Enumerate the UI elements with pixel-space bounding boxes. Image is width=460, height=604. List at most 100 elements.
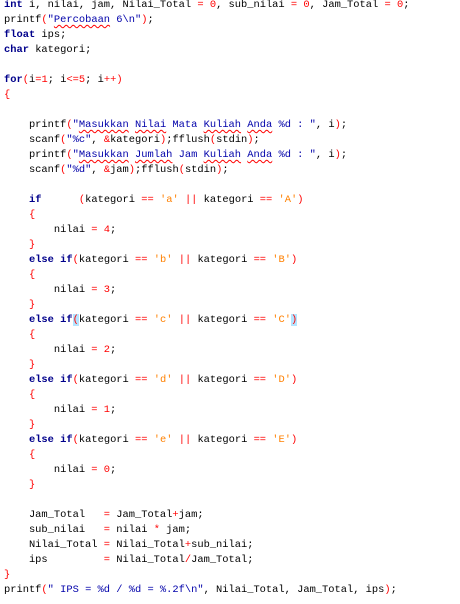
- code-token: nilai: [4, 224, 92, 236]
- code-token: 'E': [272, 434, 292, 446]
- code-token: ||: [178, 374, 192, 386]
- code-token: " IPS = %d / %d = %.2f\n": [47, 584, 204, 596]
- code-token: else: [28, 254, 54, 266]
- code-token: Jam_Total: [110, 509, 173, 521]
- code-line: scanf("%d", &jam);fflush(stdin);: [4, 164, 229, 177]
- code-token: kategori: [78, 314, 136, 326]
- code-token: ;: [390, 584, 397, 596]
- code-line: nilai = 2;: [4, 344, 116, 357]
- code-line: else if(kategori == 'c' || kategori == '…: [4, 314, 298, 327]
- spellcheck-word: Kuliah: [203, 149, 242, 161]
- code-token: {: [4, 89, 11, 101]
- code-token: {: [28, 449, 36, 461]
- code-line: }: [4, 359, 35, 372]
- code-token: ==: [259, 194, 273, 206]
- code-token: Jam_Total;: [191, 554, 254, 566]
- code-token: }: [28, 479, 36, 491]
- code-token: kategori: [191, 374, 254, 386]
- code-token: nilai: [4, 464, 92, 476]
- code-line: {: [4, 329, 35, 342]
- code-token: scanf: [4, 164, 61, 176]
- code-token: }: [28, 239, 36, 251]
- spellcheck-word: Anda: [247, 119, 273, 131]
- code-line: char kategori;: [4, 44, 91, 57]
- code-token: Nilai_Total: [4, 539, 104, 551]
- code-token: ): [116, 74, 123, 86]
- code-token: if: [60, 314, 73, 326]
- code-token: ==: [141, 194, 154, 206]
- code-token: ;: [340, 119, 348, 131]
- code-line: }: [4, 569, 10, 582]
- code-line: float ips;: [4, 29, 66, 42]
- code-token: ; i: [85, 74, 104, 86]
- code-line: else if(kategori == 'd' || kategori == '…: [4, 374, 297, 387]
- code-token: 6\n": [110, 14, 142, 26]
- code-token: sub_nilai: [4, 524, 104, 536]
- code-token: ;: [222, 164, 229, 176]
- code-token: stdin: [216, 134, 248, 146]
- code-line: }: [4, 239, 35, 252]
- code-token: ==: [253, 434, 267, 446]
- code-token: ;: [110, 224, 117, 236]
- code-token: jam: [110, 164, 129, 176]
- code-token: 'c': [153, 314, 173, 326]
- code-token: ; i: [47, 74, 67, 86]
- code-token: 'd': [153, 374, 173, 386]
- code-token: nilai: [4, 404, 92, 416]
- code-token: ips: [4, 554, 104, 566]
- code-token: %d : ": [272, 119, 316, 131]
- code-token: if: [28, 194, 42, 206]
- code-token: ;: [340, 149, 348, 161]
- code-token: "%c": [66, 134, 92, 146]
- code-token: else: [28, 434, 54, 446]
- code-editor[interactable]: int i, nilai, jam, Nilai_Total = 0, sub_…: [0, 0, 460, 604]
- spellcheck-word: Kuliah: [203, 119, 242, 131]
- code-token: ||: [184, 194, 198, 206]
- code-line: }: [4, 479, 35, 492]
- code-line: scanf("%c", &kategori);fflush(stdin);: [4, 134, 260, 147]
- spellcheck-word: Jumlah: [135, 149, 173, 161]
- code-token: {: [28, 269, 36, 281]
- code-token: }: [28, 299, 36, 311]
- code-token: kategori: [78, 434, 136, 446]
- code-token: printf: [4, 584, 42, 596]
- code-token: ;: [147, 14, 154, 26]
- code-token: 'b': [153, 254, 173, 266]
- code-token: {: [28, 209, 36, 221]
- code-line: int i, nilai, jam, Nilai_Total = 0, sub_…: [4, 0, 409, 12]
- code-token: ;: [253, 134, 260, 146]
- code-token: ||: [178, 314, 192, 326]
- code-line: printf(" IPS = %d / %d = %.2f\n", Nilai_…: [4, 584, 397, 597]
- code-token: kategori: [191, 254, 254, 266]
- spellcheck-word: Anda: [247, 149, 273, 161]
- code-token: kategori: [85, 194, 142, 206]
- code-token: kategori: [110, 134, 160, 146]
- code-line: {: [4, 389, 35, 402]
- code-token: ==: [135, 254, 148, 266]
- code-token: ||: [178, 254, 192, 266]
- matched-bracket: ): [291, 314, 298, 326]
- code-line: if (kategori == 'a' || kategori == 'A'): [4, 194, 304, 207]
- code-token: jam;: [159, 524, 192, 536]
- code-token: else: [28, 314, 54, 326]
- spellcheck-word: Masukkan: [78, 119, 129, 131]
- code-token: ): [297, 194, 304, 206]
- code-token: ==: [135, 314, 148, 326]
- code-token: float: [4, 29, 36, 41]
- code-token: if: [60, 434, 73, 446]
- code-line: {: [4, 269, 35, 282]
- code-token: <=: [66, 74, 79, 86]
- code-token: printf: [4, 149, 67, 161]
- code-token: ;: [110, 284, 117, 296]
- code-token: kategori: [78, 374, 136, 386]
- code-token: int: [4, 0, 23, 11]
- code-token: ;: [110, 464, 117, 476]
- code-token: Nilai_Total: [110, 539, 185, 551]
